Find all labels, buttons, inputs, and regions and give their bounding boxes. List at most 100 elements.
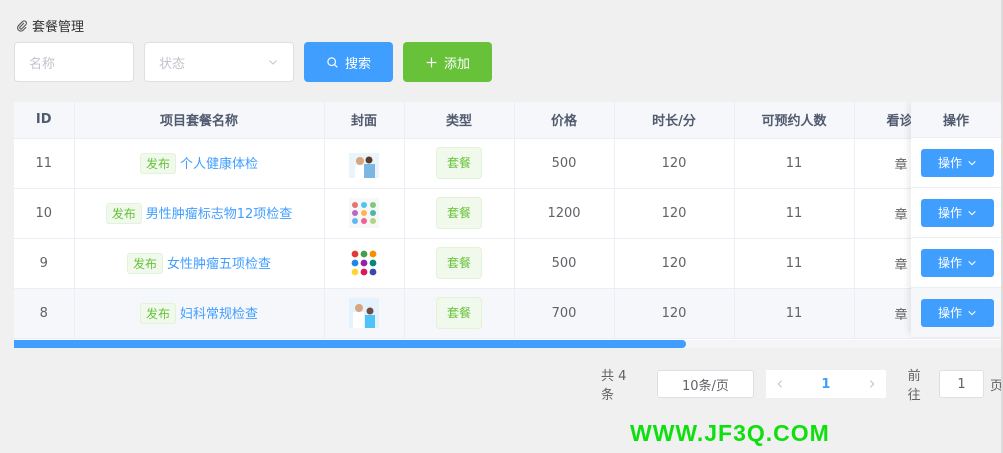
actions-label: 操作 — [937, 256, 962, 270]
cell-duration: 120 — [614, 138, 735, 189]
table-row: 11 发布 个人健康体检 套餐 500 120 11 章 — [14, 138, 1001, 189]
action-cell: 操作 — [911, 138, 1001, 188]
col-header: ID — [14, 102, 75, 139]
chevron-down-icon — [968, 260, 976, 265]
action-cell: 操作 — [911, 238, 1001, 288]
package-table: ID 项目套餐名称 封面 类型 价格 时长/分 可预约人数 看诊 11 发布 个人… — [14, 102, 1001, 348]
publish-tag: 发布 — [139, 302, 176, 324]
cell-type: 套餐 — [404, 138, 515, 189]
cell-id: 11 — [14, 138, 75, 189]
page-title: 套餐管理 — [16, 16, 84, 35]
action-cell: 操作 — [911, 288, 1001, 338]
next-page-button[interactable] — [858, 370, 886, 398]
status-select[interactable]: 状态 — [144, 42, 294, 82]
package-name-link[interactable]: 个人健康体检 — [180, 157, 258, 172]
cell-cover — [324, 138, 405, 189]
cell-cover — [324, 188, 405, 239]
add-button[interactable]: 添加 — [403, 42, 492, 82]
cell-type: 套餐 — [404, 288, 515, 339]
cell-capacity: 11 — [734, 188, 855, 239]
cell-price: 700 — [514, 288, 615, 339]
type-tag: 套餐 — [436, 247, 482, 279]
cell-cover — [324, 288, 405, 339]
actions-dropdown-button[interactable]: 操作 — [921, 248, 994, 277]
cell-capacity: 11 — [734, 138, 855, 189]
cell-price: 500 — [514, 238, 615, 289]
col-header: 类型 — [404, 102, 515, 139]
cell-id: 9 — [14, 238, 75, 289]
chevron-right-icon — [869, 380, 875, 388]
goto-page-input[interactable]: 1 — [938, 370, 984, 398]
actions-label: 操作 — [937, 306, 962, 320]
publish-tag: 发布 — [105, 202, 142, 224]
col-header: 可预约人数 — [734, 102, 855, 139]
col-header: 价格 — [514, 102, 615, 139]
package-name-link[interactable]: 女性肿瘤五项检查 — [167, 257, 271, 272]
cover-image — [349, 248, 379, 278]
name-placeholder: 名称 — [29, 56, 56, 72]
table-header: ID 项目套餐名称 封面 类型 价格 时长/分 可预约人数 看诊 — [14, 102, 1001, 139]
watermark: WWW.JF3Q.COM — [630, 420, 830, 446]
type-tag: 套餐 — [436, 197, 482, 229]
page-size-value: 10条/页 — [681, 378, 729, 394]
actions-dropdown-button[interactable]: 操作 — [921, 148, 994, 177]
chevron-down-icon — [968, 310, 976, 315]
page-size-select[interactable]: 10条/页 — [656, 370, 755, 398]
cell-type: 套餐 — [404, 238, 515, 289]
cell-duration: 120 — [614, 288, 735, 339]
actions-dropdown-button[interactable]: 操作 — [921, 198, 994, 227]
scrollbar-thumb[interactable] — [14, 340, 686, 348]
status-placeholder: 状态 — [159, 56, 186, 72]
col-header: 项目套餐名称 — [74, 102, 325, 139]
paperclip-icon — [17, 19, 27, 32]
col-header-actions: 操作 — [911, 102, 1001, 138]
prev-page-button[interactable] — [766, 370, 794, 398]
search-icon — [327, 56, 338, 68]
pagination: 共 4 条 10条/页 1 前往 1 页 — [601, 369, 1003, 403]
cell-name: 发布 妇科常规检查 — [74, 288, 325, 339]
add-button-label: 添加 — [443, 56, 470, 72]
col-header: 封面 — [324, 102, 405, 139]
cell-price: 500 — [514, 138, 615, 189]
horizontal-scrollbar[interactable] — [14, 340, 1001, 348]
chevron-down-icon — [968, 210, 976, 215]
table-row: 10 发布 男性肿瘤标志物12项检查 套餐 1200 120 11 章 — [14, 188, 1001, 239]
cover-image — [349, 148, 379, 178]
type-tag: 套餐 — [436, 147, 482, 179]
cell-duration: 120 — [614, 238, 735, 289]
cell-name: 发布 女性肿瘤五项检查 — [74, 238, 325, 289]
action-cell: 操作 — [911, 188, 1001, 238]
name-input[interactable]: 名称 — [14, 42, 134, 82]
col-header: 时长/分 — [614, 102, 735, 139]
chevron-down-icon — [968, 160, 976, 165]
cell-id: 8 — [14, 288, 75, 339]
cover-image — [349, 298, 379, 328]
cell-duration: 120 — [614, 188, 735, 239]
actions-column: 操作 操作 操作 操作 操作 — [911, 102, 1001, 338]
search-button-label: 搜索 — [344, 56, 371, 72]
plus-icon — [426, 57, 437, 67]
chevron-left-icon — [777, 380, 783, 388]
type-tag: 套餐 — [436, 297, 482, 329]
actions-label: 操作 — [937, 206, 962, 220]
publish-tag: 发布 — [126, 252, 163, 274]
total-count: 共 4 条 — [601, 369, 627, 403]
cell-cover — [324, 238, 405, 289]
cell-price: 1200 — [514, 188, 615, 239]
table-row: 9 发布 女性肿瘤五项检查 套餐 500 120 11 章 — [14, 238, 1001, 289]
actions-dropdown-button[interactable]: 操作 — [921, 298, 994, 327]
page-number-current[interactable]: 1 — [793, 370, 859, 398]
cover-image — [349, 198, 379, 228]
cell-type: 套餐 — [404, 188, 515, 239]
table-row: 8 发布 妇科常规检查 套餐 700 120 11 章 — [14, 288, 1001, 339]
cell-id: 10 — [14, 188, 75, 239]
page-title-text: 套餐管理 — [32, 20, 85, 35]
package-name-link[interactable]: 男性肿瘤标志物12项检查 — [146, 207, 293, 222]
package-name-link[interactable]: 妇科常规检查 — [180, 307, 258, 322]
publish-tag: 发布 — [139, 152, 176, 174]
cell-capacity: 11 — [734, 288, 855, 339]
search-button[interactable]: 搜索 — [304, 42, 393, 82]
cell-name: 发布 个人健康体检 — [74, 138, 325, 189]
cell-name: 发布 男性肿瘤标志物12项检查 — [74, 188, 325, 239]
search-bar: 名称 状态 搜索 添加 — [14, 42, 492, 82]
